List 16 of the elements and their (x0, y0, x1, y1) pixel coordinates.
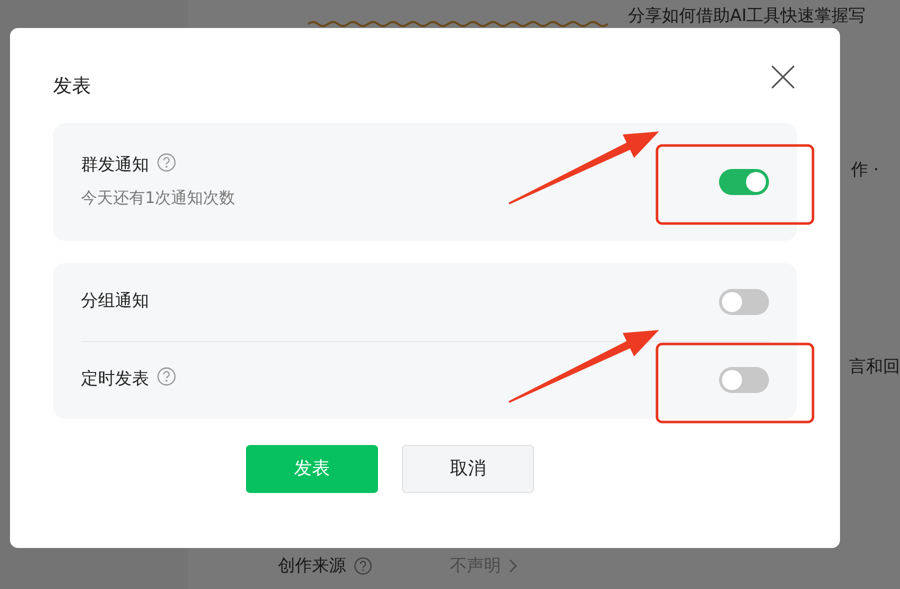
toggle-switch[interactable] (719, 367, 769, 393)
chevron-icon (509, 559, 517, 574)
summary-text: 分享如何借助AI工具快速掌握写 (628, 5, 867, 28)
setting-label: 定时发表 (81, 369, 149, 390)
cancel-button[interactable]: 取消 (402, 444, 534, 492)
text-fragment: 作 · (851, 158, 879, 182)
toggle-switch[interactable] (719, 168, 769, 194)
text-fragment: 言和回 (849, 356, 900, 379)
setting-note: 今天还有1次通知次数 (81, 187, 236, 210)
setting-label: 分组通知 (81, 290, 149, 311)
close-button[interactable] (770, 64, 796, 90)
setting-label: 群发通知 (81, 154, 149, 175)
dialog-title: 发表 (53, 74, 91, 99)
toggle-switch[interactable] (719, 288, 769, 314)
help-icon (354, 557, 372, 576)
source-label: 创作来源 (278, 554, 346, 578)
